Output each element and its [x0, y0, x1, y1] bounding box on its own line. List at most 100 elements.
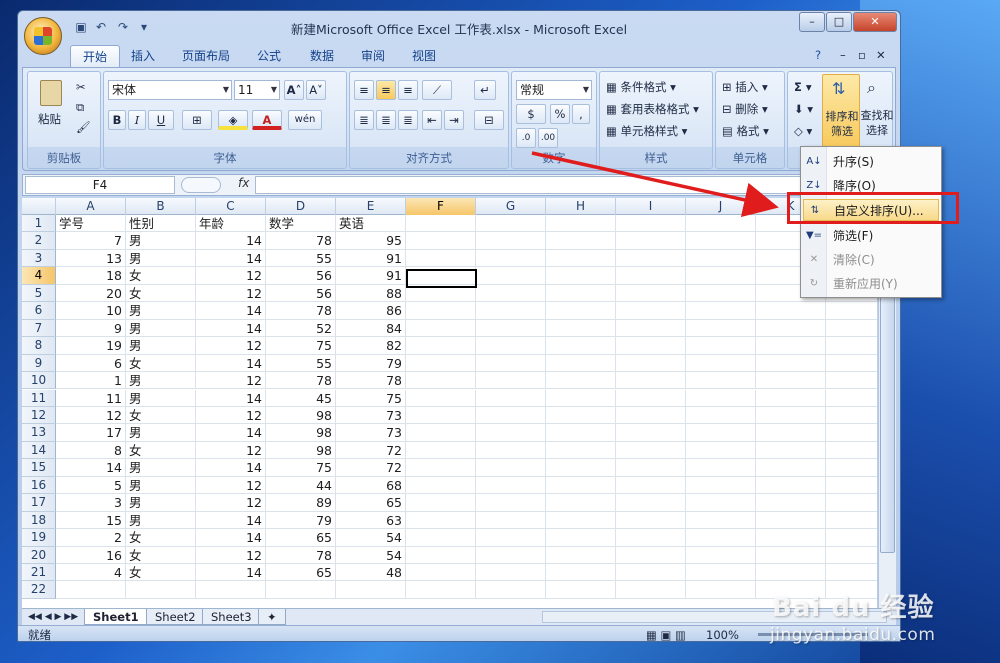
row-header[interactable]: 18 [22, 511, 56, 530]
cell[interactable] [616, 372, 686, 390]
cell[interactable] [616, 232, 686, 250]
align-middle-button[interactable]: ≡ [376, 80, 396, 100]
cell[interactable]: 13 [56, 249, 126, 268]
cell[interactable]: 65 [266, 529, 336, 547]
sheet-tab-1[interactable]: Sheet1 [84, 609, 148, 625]
cell[interactable]: 女 [126, 529, 196, 547]
underline-button[interactable]: U [148, 110, 174, 130]
cell[interactable]: 52 [266, 319, 336, 338]
cell[interactable]: 女 [126, 406, 196, 425]
cell[interactable] [826, 302, 877, 320]
cell[interactable]: 5 [56, 476, 126, 495]
cell[interactable] [616, 581, 686, 599]
column-header-h[interactable]: H [546, 198, 616, 215]
cell[interactable]: 63 [336, 511, 406, 530]
cell[interactable]: 12 [196, 441, 266, 460]
align-right-button[interactable]: ≣ [398, 110, 418, 130]
cell[interactable] [476, 476, 546, 495]
cell[interactable]: 14 [196, 459, 266, 477]
find-select-button[interactable]: ⌕ 查找和选择 [861, 74, 894, 150]
cell[interactable] [406, 302, 476, 320]
autosum-icon[interactable]: Σ ▾ [794, 78, 812, 96]
cell[interactable] [686, 581, 756, 599]
cell[interactable] [616, 441, 686, 460]
row-header[interactable]: 20 [22, 546, 56, 564]
cell[interactable]: 91 [336, 249, 406, 268]
close-button[interactable]: ✕ [853, 12, 897, 32]
cell[interactable] [826, 442, 877, 460]
sort-filter-button[interactable]: ⇅ 排序和筛选 [822, 74, 860, 150]
cell[interactable] [546, 249, 616, 268]
cell[interactable] [616, 284, 686, 303]
maximize-button[interactable]: □ [826, 12, 852, 32]
cell[interactable] [476, 267, 546, 285]
percent-button[interactable]: % [550, 104, 570, 124]
column-header-d[interactable]: D [266, 198, 336, 215]
cell[interactable] [616, 249, 686, 268]
insert-function-icon[interactable]: fx [238, 176, 249, 190]
view-buttons[interactable]: ▦ ▣ ▥ [646, 626, 686, 641]
cell[interactable]: 12 [196, 494, 266, 512]
cell[interactable] [756, 546, 826, 564]
cell[interactable] [406, 476, 476, 495]
active-cell-selection[interactable] [406, 269, 477, 288]
cell[interactable] [126, 581, 196, 599]
cell[interactable]: 数学 [266, 215, 336, 233]
font-size-select[interactable]: 11 ▼ [234, 80, 280, 100]
row-header[interactable]: 14 [22, 441, 56, 460]
cell[interactable] [616, 267, 686, 285]
cell[interactable] [406, 319, 476, 338]
cell[interactable] [406, 337, 476, 355]
column-header-b[interactable]: B [126, 198, 196, 215]
cell[interactable] [406, 372, 476, 390]
column-header-c[interactable]: C [196, 198, 266, 215]
cell[interactable] [756, 459, 826, 477]
cell[interactable] [756, 302, 826, 320]
row-header[interactable]: 3 [22, 249, 56, 268]
cell[interactable]: 55 [266, 354, 336, 373]
cell[interactable] [546, 529, 616, 547]
cell[interactable] [826, 494, 877, 512]
cell[interactable]: 12 [56, 406, 126, 425]
cell[interactable]: 78 [266, 232, 336, 250]
cell[interactable] [616, 564, 686, 582]
cell[interactable] [546, 372, 616, 390]
copy-icon[interactable]: ⧉ [76, 98, 84, 116]
cell[interactable] [756, 494, 826, 512]
cell[interactable] [476, 564, 546, 582]
cell[interactable]: 11 [56, 389, 126, 407]
cell[interactable] [546, 406, 616, 425]
cell[interactable] [686, 284, 756, 303]
tab-home[interactable]: 开始 [70, 45, 121, 67]
cell[interactable] [826, 372, 877, 390]
cell[interactable]: 女 [126, 267, 196, 285]
cell[interactable]: 12 [196, 372, 266, 390]
menu-clear[interactable]: ✕ 清除(C) [803, 249, 939, 271]
tab-insert[interactable]: 插入 [119, 45, 167, 67]
cell[interactable]: 73 [336, 424, 406, 442]
cell[interactable] [406, 232, 476, 250]
fill-color-button[interactable]: ◈ [218, 110, 248, 130]
row-header[interactable]: 6 [22, 302, 56, 320]
row-header[interactable]: 5 [22, 284, 56, 303]
select-all-corner[interactable] [22, 198, 56, 215]
cell[interactable]: 女 [126, 564, 196, 582]
cell[interactable]: 72 [336, 441, 406, 460]
cell[interactable]: 2 [56, 529, 126, 547]
row-header[interactable]: 13 [22, 424, 56, 442]
cell[interactable] [686, 302, 756, 320]
cell[interactable] [406, 459, 476, 477]
cell[interactable] [546, 354, 616, 373]
sheet-nav-icon[interactable]: ◀◀ ◀ ▶ ▶▶ [28, 608, 78, 626]
cell[interactable] [686, 476, 756, 495]
font-color-button[interactable]: A [252, 110, 282, 130]
row-header[interactable]: 1 [22, 215, 56, 233]
cell[interactable]: 14 [196, 389, 266, 407]
cell[interactable] [826, 320, 877, 338]
delete-cells-button[interactable]: ⊟ 删除 ▾ [722, 100, 768, 118]
cell[interactable]: 72 [336, 459, 406, 477]
row-header[interactable]: 15 [22, 459, 56, 477]
row-header[interactable]: 7 [22, 319, 56, 338]
cell[interactable] [616, 511, 686, 530]
cell[interactable] [476, 494, 546, 512]
